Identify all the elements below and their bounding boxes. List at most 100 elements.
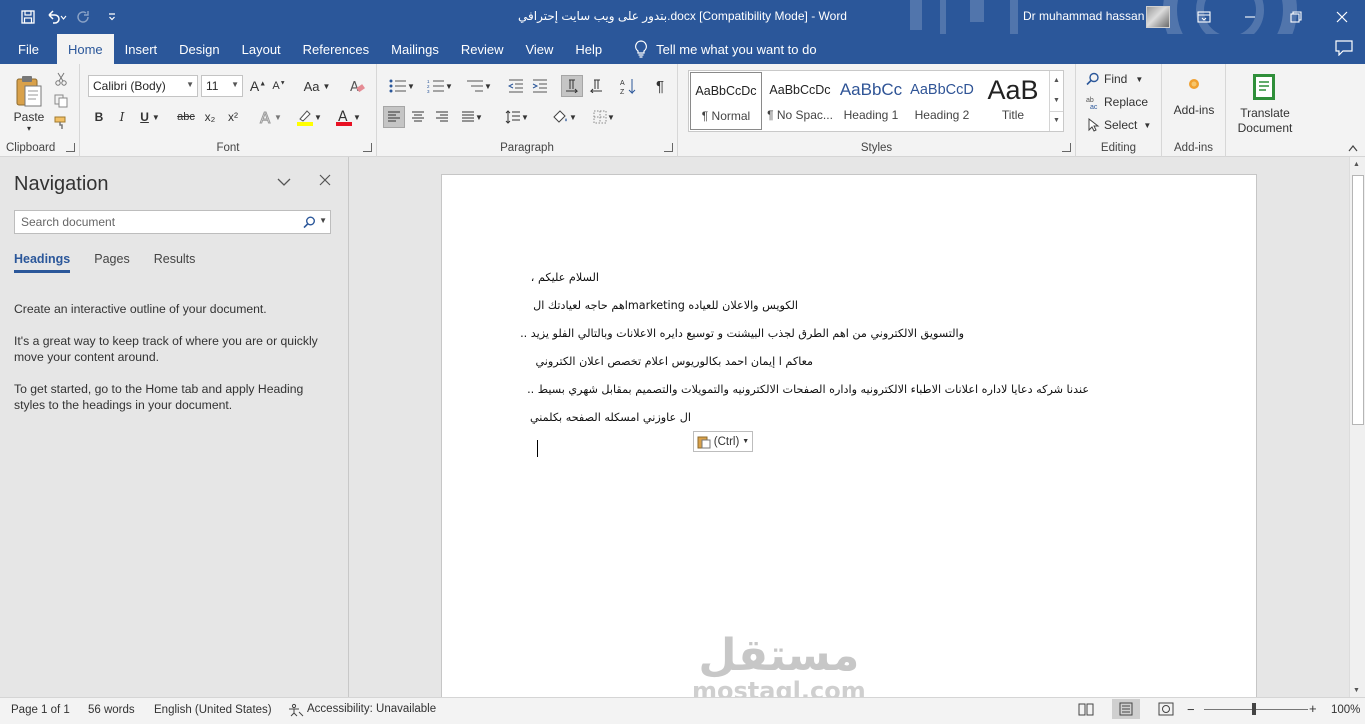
grow-font-button[interactable]: A▲ (248, 76, 268, 96)
document-page[interactable]: السلام عليكم ، الكويس والاعلان للعياده m… (441, 174, 1257, 697)
replace-button[interactable]: ab ac Replace (1086, 92, 1161, 112)
tab-mailings[interactable]: Mailings (380, 34, 450, 64)
align-left-button[interactable] (383, 106, 405, 128)
clipboard-launcher[interactable] (66, 143, 75, 152)
text-effects-button[interactable]: A ▼ (254, 106, 286, 128)
zoom-slider-thumb[interactable] (1252, 703, 1256, 715)
ltr-direction-button[interactable] (561, 75, 583, 97)
format-painter-button[interactable] (52, 113, 70, 133)
nav-close-button[interactable] (319, 174, 331, 186)
scroll-down-arrow[interactable]: ▼ (1353, 687, 1360, 694)
style-heading-2[interactable]: AaBbCcD Heading 2 (906, 72, 978, 130)
doc-line-6[interactable]: ال عاوزني امسكله الصفحه بكلمني (530, 411, 691, 424)
increase-indent-button[interactable] (529, 76, 551, 96)
superscript-button[interactable]: x² (223, 106, 243, 128)
comments-button[interactable] (1335, 40, 1353, 56)
copy-button[interactable] (52, 91, 70, 111)
scroll-up-arrow[interactable]: ▲ (1353, 161, 1360, 168)
doc-line-4[interactable]: معاكم ا إيمان احمد بكالوريوس اعلام تخصص … (535, 355, 813, 368)
change-case-button[interactable]: Aa ▼ (300, 76, 334, 96)
tab-file[interactable]: File (0, 34, 57, 64)
language-status[interactable]: English (United States) (154, 704, 272, 716)
tab-home[interactable]: Home (56, 34, 114, 64)
undo-button[interactable] (42, 3, 70, 31)
page-count[interactable]: Page 1 of 1 (11, 704, 70, 716)
highlight-button[interactable]: ▼ (292, 106, 326, 128)
translate-document-button[interactable]: Translate Document (1230, 70, 1300, 138)
tab-insert[interactable]: Insert (114, 34, 169, 64)
rtl-direction-button[interactable] (585, 75, 607, 97)
customize-qat-button[interactable] (98, 3, 126, 31)
word-count[interactable]: 56 words (88, 704, 135, 716)
doc-line-1[interactable]: السلام عليكم ، (531, 271, 599, 284)
style-normal[interactable]: AaBbCcDc ¶ Normal (690, 72, 762, 130)
nav-tab-pages[interactable]: Pages (94, 252, 129, 273)
styles-scroll-down[interactable]: ▼ (1050, 91, 1063, 111)
paste-button[interactable]: Paste ▾ (8, 70, 50, 136)
styles-more-button[interactable]: ▼ (1050, 111, 1063, 131)
decrease-indent-button[interactable] (505, 76, 527, 96)
read-mode-button[interactable] (1078, 702, 1094, 716)
styles-scroll-up[interactable]: ▲ (1050, 71, 1063, 91)
paste-options-button[interactable]: (Ctrl) ▼ (693, 431, 753, 452)
line-spacing-button[interactable]: ▼ (501, 106, 533, 128)
zoom-level[interactable]: 100% (1331, 704, 1360, 716)
user-name[interactable]: Dr muhammad hassan (1023, 9, 1144, 23)
save-button[interactable] (14, 3, 42, 31)
collapse-ribbon-button[interactable] (1346, 142, 1360, 154)
nav-options-button[interactable] (276, 177, 292, 187)
tell-me-box[interactable]: Tell me what you want to do (623, 34, 827, 64)
align-right-button[interactable] (431, 106, 453, 128)
style-title[interactable]: AaB Title (977, 72, 1049, 130)
paragraph-launcher[interactable] (664, 143, 673, 152)
shrink-font-button[interactable]: A▼ (270, 76, 288, 96)
show-formatting-button[interactable]: ¶ (649, 75, 671, 97)
styles-launcher[interactable] (1062, 143, 1071, 152)
subscript-button[interactable]: x₂ (200, 106, 220, 128)
vertical-scrollbar[interactable]: ▲ ▼ (1349, 157, 1365, 697)
zoom-slider[interactable] (1204, 709, 1308, 710)
clear-formatting-button[interactable]: A (346, 76, 368, 96)
ribbon-display-options-button[interactable] (1181, 0, 1227, 34)
shading-button[interactable]: ▼ (547, 106, 581, 128)
redo-button[interactable] (70, 3, 98, 31)
find-button[interactable]: Find ▼ (1086, 69, 1156, 89)
justify-button[interactable]: ▼ (455, 106, 489, 128)
tab-view[interactable]: View (514, 34, 564, 64)
bold-button[interactable]: B (90, 106, 108, 128)
zoom-out-button[interactable]: − (1187, 702, 1195, 717)
doc-line-2[interactable]: الكويس والاعلان للعياده marketingاهم حاج… (533, 299, 798, 312)
addins-button[interactable]: Add-ins (1166, 72, 1222, 122)
numbering-button[interactable]: 1 2 3 ▼ (423, 76, 457, 96)
underline-button[interactable]: U ▼ (136, 106, 164, 128)
doc-line-5[interactable]: عندنا شركه دعايا لاداره اعلانات الاطباء … (527, 383, 1089, 396)
font-family-combo[interactable]: Calibri (Body) ▼ (88, 75, 198, 97)
borders-button[interactable]: ▼ (587, 106, 621, 128)
web-layout-button[interactable] (1158, 702, 1174, 716)
nav-tab-headings[interactable]: Headings (14, 252, 71, 273)
tab-review[interactable]: Review (450, 34, 515, 64)
bullets-button[interactable]: ▼ (385, 76, 419, 96)
font-launcher[interactable] (363, 143, 372, 152)
select-button[interactable]: Select ▼ (1086, 115, 1158, 135)
accessibility-status[interactable]: Accessibility: Unavailable (288, 703, 436, 717)
sort-button[interactable]: AZ (617, 75, 639, 97)
italic-button[interactable]: I (113, 106, 131, 128)
doc-line-3[interactable]: والتسويق الالكتروني من اهم الطرق لجذب ال… (520, 327, 964, 340)
tab-help[interactable]: Help (564, 34, 613, 64)
restore-button[interactable] (1273, 0, 1319, 34)
search-input[interactable]: Search document ▼ (14, 210, 331, 234)
chevron-down-icon[interactable]: ▼ (319, 216, 327, 225)
avatar[interactable] (1146, 6, 1170, 28)
multilevel-list-button[interactable]: ▼ (461, 76, 497, 96)
cut-button[interactable] (52, 69, 70, 89)
zoom-in-button[interactable]: + (1309, 701, 1317, 716)
scroll-thumb[interactable] (1352, 175, 1364, 425)
minimize-button[interactable] (1227, 0, 1273, 34)
style-heading-1[interactable]: AaBbCc Heading 1 (835, 72, 907, 130)
strikethrough-button[interactable]: abc (174, 106, 198, 128)
tab-layout[interactable]: Layout (231, 34, 292, 64)
nav-tab-results[interactable]: Results (154, 252, 196, 273)
tab-design[interactable]: Design (168, 34, 230, 64)
close-button[interactable] (1319, 0, 1365, 34)
